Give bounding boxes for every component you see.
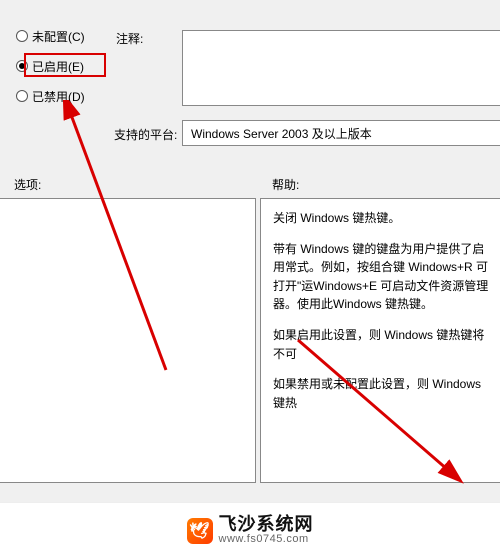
help-panel: 关闭 Windows 键热键。 带有 Windows 键的键盘为用户提供了启用常… xyxy=(260,198,500,483)
policy-editor-panel: 未配置(C) 已启用(E) 已禁用(D) 注释: 支持的平台: Windows … xyxy=(0,0,500,558)
options-panel xyxy=(0,198,256,483)
radio-label: 未配置(C) xyxy=(32,28,85,45)
watermark-brand: 飞沙系统网 xyxy=(219,515,314,534)
comment-label: 注释: xyxy=(116,30,143,47)
help-header: 帮助: xyxy=(272,176,299,193)
watermark-logo-icon: 🕊 xyxy=(187,518,213,544)
watermark: 🕊 飞沙系统网 www.fs0745.com xyxy=(0,502,500,558)
options-header: 选项: xyxy=(14,176,41,193)
radio-not-configured[interactable]: 未配置(C) xyxy=(14,24,102,48)
help-text: 带有 Windows 键的键盘为用户提供了启用常式。例如，按组合键 Window… xyxy=(273,240,490,314)
config-panel: 未配置(C) 已启用(E) 已禁用(D) 注释: 支持的平台: Windows … xyxy=(14,6,500,156)
radio-label: 已启用(E) xyxy=(32,58,84,75)
platform-value: Windows Server 2003 及以上版本 xyxy=(182,120,500,146)
help-text: 如果启用此设置，则 Windows 键热键将不可 xyxy=(273,326,490,363)
help-text: 关闭 Windows 键热键。 xyxy=(273,209,490,228)
radio-icon xyxy=(16,30,28,42)
radio-label: 已禁用(D) xyxy=(32,88,85,105)
platform-label: 支持的平台: xyxy=(114,126,177,143)
radio-icon xyxy=(16,60,28,72)
radio-enabled[interactable]: 已启用(E) xyxy=(14,54,102,78)
state-radio-group: 未配置(C) 已启用(E) 已禁用(D) xyxy=(14,24,102,114)
radio-disabled[interactable]: 已禁用(D) xyxy=(14,84,102,108)
radio-icon xyxy=(16,90,28,102)
watermark-url: www.fs0745.com xyxy=(219,534,314,546)
comment-textarea[interactable] xyxy=(182,30,500,106)
help-text: 如果禁用或未配置此设置，则 Windows 键热 xyxy=(273,375,490,412)
